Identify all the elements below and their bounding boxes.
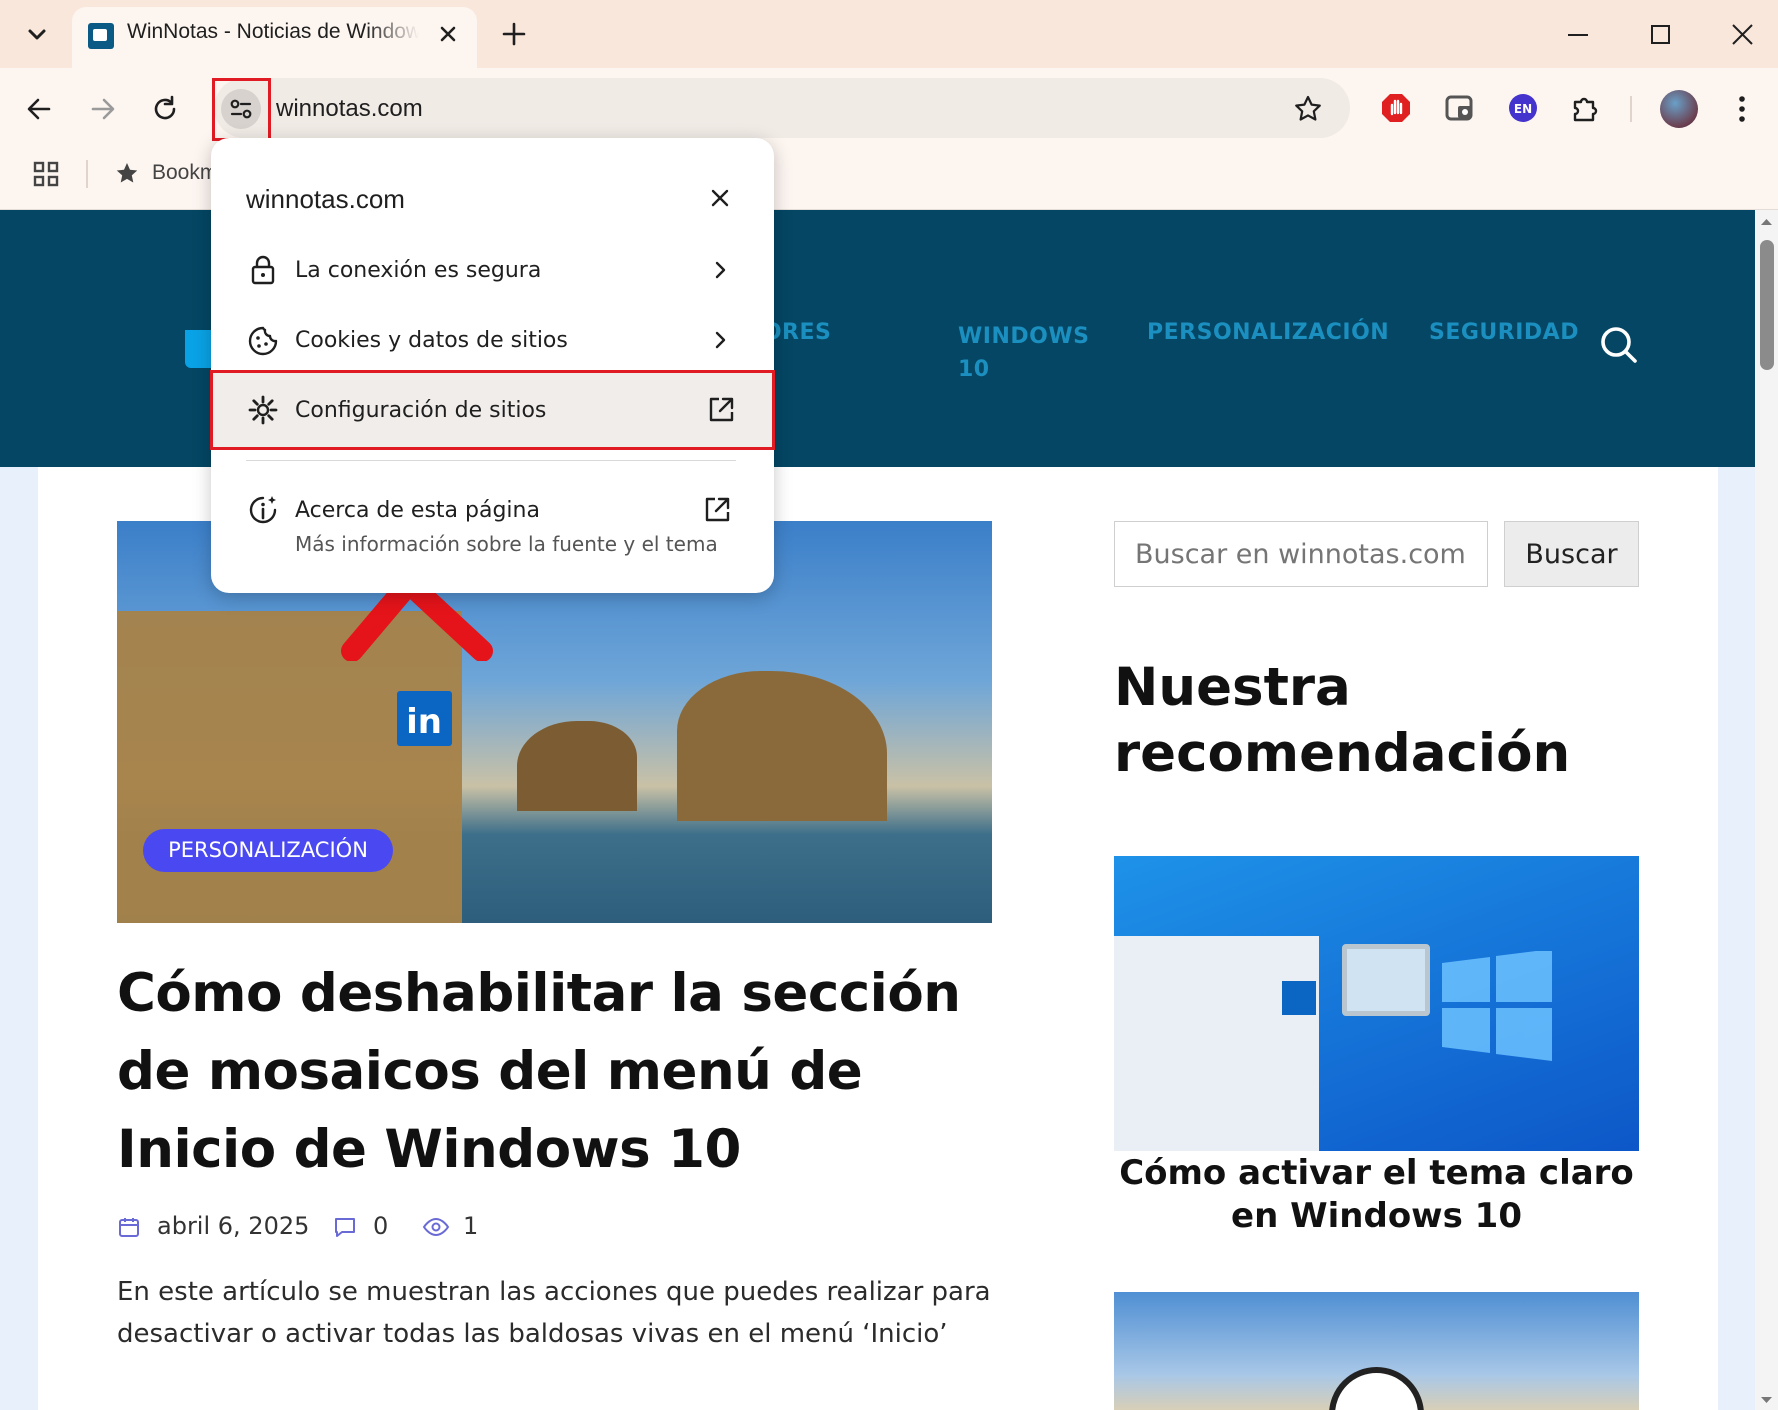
open-external-icon (705, 497, 730, 522)
profile-avatar[interactable] (1660, 90, 1698, 128)
scroll-down-icon[interactable] (1755, 1392, 1778, 1408)
reload-button[interactable] (148, 92, 182, 126)
article-views-count: 1 (463, 1212, 479, 1240)
sidebar-search-input[interactable] (1114, 521, 1488, 587)
chevron-right-icon (715, 261, 726, 279)
category-badge[interactable]: PERSONALIZACIÓN (143, 829, 393, 872)
stop-hand-icon (1382, 94, 1410, 122)
scrollbar-thumb[interactable] (1760, 240, 1774, 370)
more-vertical-icon (1739, 96, 1745, 122)
page-scrollbar[interactable] (1755, 210, 1778, 1410)
puzzle-icon (1573, 97, 1598, 122)
article-date-icon (117, 1215, 141, 1239)
close-icon (711, 189, 729, 207)
article-title[interactable]: Cómo deshabilitar la sección de mosaicos… (117, 955, 997, 1189)
language-en-icon: EN (1509, 94, 1537, 122)
popup-item-about-page-sublabel: Más información sobre la fuente y el tem… (295, 532, 718, 556)
scroll-up-icon[interactable] (1755, 214, 1778, 230)
close-window-button[interactable] (1724, 20, 1760, 50)
search-icon (1601, 327, 1637, 363)
chevron-right-icon (715, 331, 726, 349)
chevron-down-icon (28, 29, 46, 40)
svg-text:in: in (406, 702, 442, 742)
arrow-left-icon (27, 98, 51, 120)
article-views-icon (422, 1215, 450, 1239)
eye-icon (422, 1217, 450, 1237)
maximize-button[interactable] (1642, 20, 1678, 50)
info-sparkle-icon (249, 496, 277, 524)
hero-linkedin-tile: in (397, 691, 452, 746)
reco-linkedin-tile (1282, 981, 1316, 1015)
adblock-extension-button[interactable] (1380, 92, 1412, 124)
new-tab-button[interactable] (498, 18, 530, 50)
tab-close-button[interactable] (436, 22, 460, 46)
reco-article-image-2[interactable] (1114, 1292, 1639, 1410)
screenshot-extension-button[interactable] (1444, 92, 1476, 124)
forward-button[interactable] (86, 92, 120, 126)
close-icon (440, 26, 456, 42)
minimize-button[interactable] (1560, 20, 1596, 50)
article-excerpt: En este artículo se muestran las accione… (117, 1277, 991, 1349)
arrow-right-icon (91, 98, 115, 120)
tab-title: WinNotas - Noticias de Windows (127, 20, 419, 43)
article-comments-icon (333, 1215, 357, 1239)
toolbar-divider (1630, 96, 1632, 122)
minimize-icon (1568, 34, 1588, 36)
article-comments-count[interactable]: 0 (373, 1212, 388, 1240)
camera-icon (1445, 95, 1473, 121)
nav-item-windows-10[interactable]: WINDOWS 10 (958, 320, 1098, 386)
site-favicon-icon (88, 23, 114, 49)
popup-title: winnotas.com (246, 184, 405, 214)
browser-menu-button[interactable] (1728, 92, 1756, 126)
reco-img2-badge (1329, 1367, 1424, 1410)
linkedin-icon: in (406, 702, 442, 742)
reload-icon (154, 95, 176, 120)
hero-rock-small (517, 721, 637, 811)
reco-article-title[interactable]: Cómo activar el tema claro en Windows 10 (1114, 1152, 1639, 1238)
popup-item-cookies-label: Cookies y datos de sitios (295, 328, 568, 353)
site-info-highlight (212, 78, 271, 141)
apps-button[interactable] (32, 160, 60, 188)
bookmark-star-button[interactable] (1292, 93, 1324, 125)
back-button[interactable] (22, 92, 56, 126)
reco-monitor (1342, 944, 1430, 1016)
site-search-button[interactable] (1598, 324, 1640, 366)
popup-item-about-page-label: Acerca de esta página (295, 498, 540, 523)
bookmarks-divider (86, 160, 88, 188)
reco-article-image[interactable] (1114, 856, 1639, 1151)
svg-text:EN: EN (1514, 102, 1532, 116)
plus-icon (502, 22, 526, 46)
nav-item-seguridad[interactable]: SEGURIDAD (1429, 320, 1579, 345)
site-settings-highlight (210, 370, 775, 450)
hero-rock (677, 671, 887, 821)
star-filled-icon (116, 163, 138, 183)
windows-logo-icon (1442, 951, 1552, 1061)
site-logo[interactable] (185, 330, 211, 368)
cookie-icon (248, 326, 278, 356)
popup-close-button[interactable] (706, 184, 734, 212)
maximize-icon (1651, 25, 1670, 44)
popup-divider (246, 460, 736, 461)
popup-item-connection-label: La conexión es segura (295, 258, 542, 283)
reco-start-menu (1114, 936, 1319, 1151)
article-date: abril 6, 2025 (157, 1212, 310, 1240)
tab-search-button[interactable] (16, 18, 58, 52)
lock-icon (251, 255, 275, 285)
calendar-icon (119, 1218, 139, 1237)
grid-icon (33, 161, 59, 187)
sidebar-reco-heading: Nuestra recomendación (1114, 657, 1571, 784)
star-icon (1295, 95, 1321, 121)
url-text[interactable]: winnotas.com (276, 95, 423, 123)
extensions-button[interactable] (1570, 92, 1602, 124)
language-extension-button[interactable]: EN (1508, 93, 1538, 123)
nav-item-personalizacion[interactable]: PERSONALIZACIÓN (1147, 320, 1389, 345)
comment-icon (335, 1218, 355, 1237)
sidebar-search-button[interactable]: Buscar (1504, 521, 1639, 587)
close-icon (1732, 24, 1753, 45)
